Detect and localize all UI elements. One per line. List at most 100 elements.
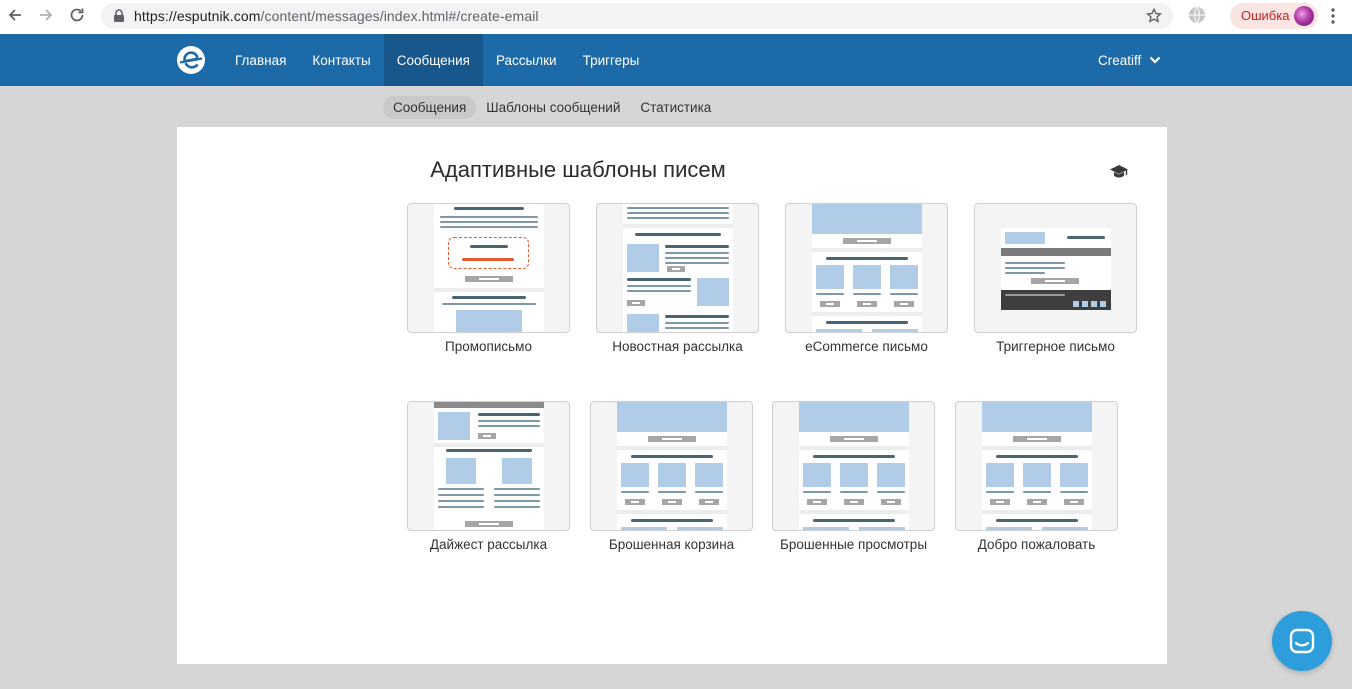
- thumb-line: [826, 257, 908, 260]
- thumb-line: [665, 322, 729, 324]
- main-nav: Главная Контакты Сообщения Рассылки Триг…: [222, 34, 652, 86]
- url-text: https://esputnik.com/content/messages/in…: [134, 8, 539, 24]
- nav-item-contacts[interactable]: Контакты: [299, 34, 383, 86]
- thumb-image: [803, 463, 831, 487]
- thumb-line: [470, 245, 508, 248]
- nav-item-messages[interactable]: Сообщения: [383, 34, 483, 86]
- thumb-button: [625, 499, 645, 505]
- thumb-image: [456, 310, 522, 332]
- menu-kebab-icon[interactable]: [1330, 7, 1336, 25]
- thumb-button: [648, 436, 696, 442]
- thumb-line: [816, 293, 844, 295]
- subnav-item-messages[interactable]: Сообщения: [383, 96, 477, 119]
- thumb-image: [438, 412, 470, 440]
- thumb-line: [877, 491, 905, 493]
- esputnik-logo[interactable]: [176, 45, 206, 75]
- thumb-image: [877, 463, 905, 487]
- thumb-button: [881, 499, 901, 505]
- thumb-line: [627, 217, 729, 219]
- thumb-button: [667, 266, 685, 272]
- template-card-trigger[interactable]: [974, 203, 1137, 333]
- nav-item-home[interactable]: Главная: [222, 34, 299, 86]
- thumb-button: [1031, 278, 1079, 284]
- template-label: eCommerce письмо: [805, 339, 928, 354]
- thumb-image: [816, 329, 862, 332]
- thumb-line: [1005, 294, 1065, 296]
- browser-toolbar: https://esputnik.com/content/messages/in…: [0, 0, 1352, 34]
- page-title: Адаптивные шаблоны писем: [430, 157, 726, 182]
- thumb-button: [844, 499, 864, 505]
- thumb-line: [813, 519, 895, 522]
- thumb-line: [442, 303, 536, 305]
- thumb-line: [627, 278, 691, 281]
- thumb-separator: [434, 288, 544, 292]
- thumb-line: [627, 207, 729, 209]
- template-card-abandoned-cart[interactable]: [590, 401, 753, 531]
- thumb-line: [1005, 272, 1045, 274]
- thumb-separator: [617, 446, 727, 450]
- thumb-line: [665, 257, 729, 259]
- thumb-button: [830, 436, 878, 442]
- thumb-line: [1067, 236, 1105, 239]
- thumb-button: [1027, 499, 1047, 505]
- thumb-line: [635, 233, 721, 236]
- thumb-line: [1005, 267, 1065, 269]
- thumb-button: [990, 499, 1010, 505]
- nav-item-campaigns[interactable]: Рассылки: [483, 34, 570, 86]
- template-card-abandoned-views[interactable]: [772, 401, 935, 531]
- profile-error-button[interactable]: Ошибка: [1230, 3, 1318, 29]
- thumb-line: [627, 285, 691, 287]
- thumb-line: [454, 207, 524, 210]
- thumbnail-preview: [799, 402, 909, 530]
- thumb-separator: [799, 510, 909, 514]
- subnav-item-statistics[interactable]: Статистика: [630, 96, 721, 119]
- forward-button[interactable]: [36, 5, 56, 25]
- chat-icon: [1289, 628, 1315, 654]
- thumbnail-preview: [812, 204, 922, 332]
- thumb-image: [890, 265, 918, 289]
- template-label: Дайжест рассылка: [429, 537, 548, 552]
- thumb-footer: [1001, 290, 1111, 310]
- thumb-image: [859, 527, 905, 530]
- thumb-separator: [799, 446, 909, 450]
- template-label: Новостная рассылка: [612, 339, 743, 354]
- thumb-line: [452, 296, 526, 299]
- thumb-separator: [982, 446, 1092, 450]
- thumb-button: [820, 301, 840, 307]
- template-card-ecommerce[interactable]: [785, 203, 948, 333]
- thumb-line: [462, 258, 514, 261]
- reload-button[interactable]: [67, 5, 87, 25]
- template-card-newsletter[interactable]: [596, 203, 759, 333]
- arrow-left-icon: [8, 9, 21, 21]
- template-card-promo[interactable]: [407, 203, 570, 333]
- thumbnail-preview: [1001, 228, 1111, 310]
- thumb-line: [478, 413, 540, 416]
- bookmark-star-icon[interactable]: [1145, 7, 1163, 25]
- thumb-line: [494, 506, 540, 508]
- thumb-image: [812, 204, 922, 234]
- thumb-line: [438, 494, 484, 496]
- nav-item-triggers[interactable]: Триггеры: [570, 34, 653, 86]
- thumb-button: [478, 433, 496, 439]
- thumb-button: [857, 301, 877, 307]
- thumb-image: [1042, 527, 1088, 530]
- thumb-image: [697, 278, 729, 306]
- extension-globe-icon[interactable]: [1188, 6, 1206, 24]
- thumb-button: [807, 499, 827, 505]
- thumbnail-preview: [434, 204, 544, 332]
- thumb-separator: [434, 443, 544, 447]
- back-button[interactable]: [5, 5, 25, 25]
- address-bar[interactable]: https://esputnik.com/content/messages/in…: [101, 3, 1173, 29]
- user-menu[interactable]: Creatiff: [1098, 34, 1161, 86]
- thumb-line: [438, 506, 484, 508]
- thumbnail-preview: [434, 402, 544, 530]
- chat-widget-button[interactable]: [1272, 611, 1332, 671]
- template-card-digest[interactable]: [407, 401, 570, 531]
- graduation-cap-icon[interactable]: [1109, 163, 1129, 181]
- thumb-line: [627, 212, 729, 214]
- thumb-image: [658, 463, 686, 487]
- template-label: Добро пожаловать: [977, 537, 1096, 552]
- thumb-line: [621, 491, 649, 493]
- subnav-item-templates[interactable]: Шаблоны сообщений: [476, 96, 630, 119]
- template-card-welcome[interactable]: [955, 401, 1118, 531]
